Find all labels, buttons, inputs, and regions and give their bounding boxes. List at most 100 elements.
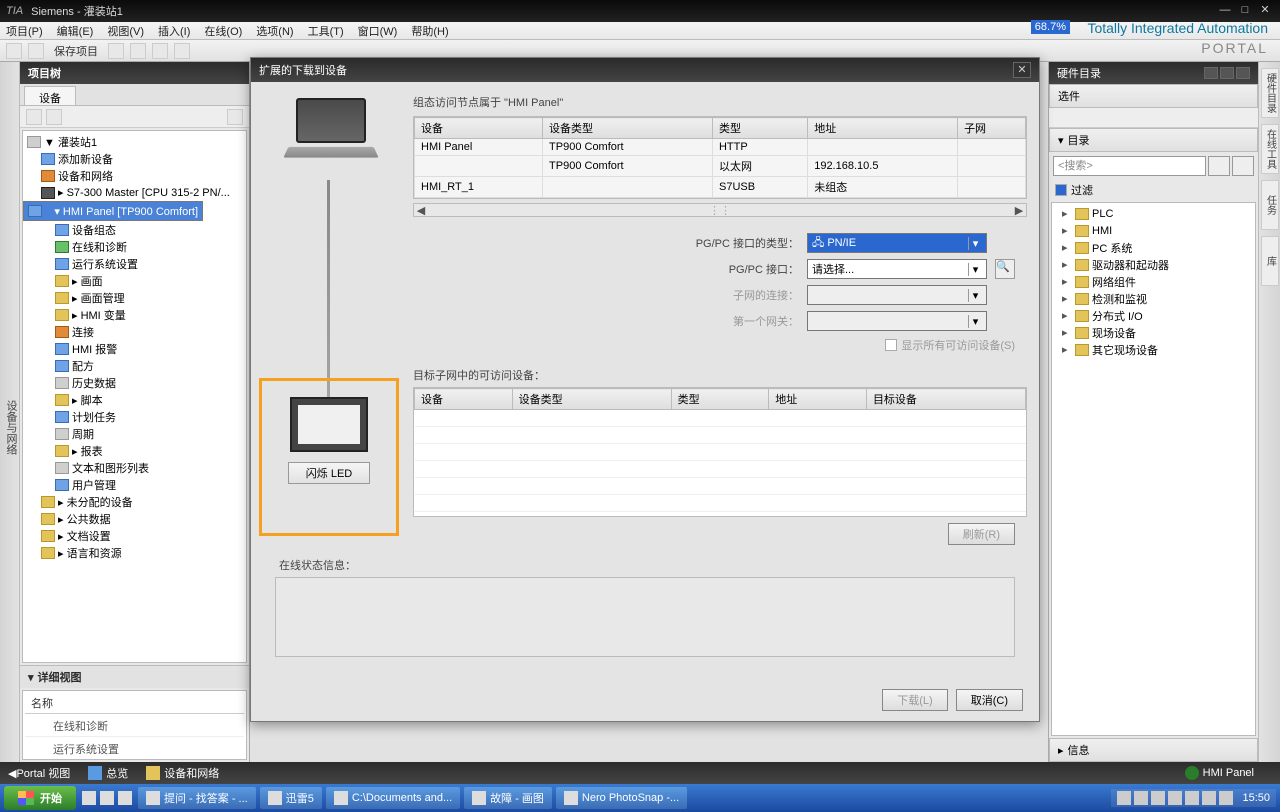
- collapse-icon[interactable]: [227, 109, 243, 125]
- minimize-button[interactable]: —: [1216, 4, 1234, 18]
- tray-icon[interactable]: [1134, 791, 1148, 805]
- tree-item[interactable]: ▸ 报表: [23, 442, 246, 459]
- pane-btn-icon[interactable]: [1236, 67, 1250, 79]
- tray-icon[interactable]: [1185, 791, 1199, 805]
- quicklaunch-icon[interactable]: [118, 791, 132, 805]
- menu-view[interactable]: 视图(V): [107, 23, 144, 39]
- rail-library[interactable]: 库: [1261, 236, 1279, 286]
- tree-item[interactable]: 用户管理: [23, 476, 246, 493]
- refresh-button[interactable]: 刷新(R): [948, 523, 1015, 545]
- menu-tools[interactable]: 工具(T): [308, 23, 344, 39]
- tree-item[interactable]: ▸ 语言和资源: [23, 544, 246, 561]
- quicklaunch-icon[interactable]: [82, 791, 96, 805]
- tree-item[interactable]: ▾ HMI Panel [TP900 Comfort]: [23, 201, 203, 221]
- tree-item[interactable]: ▸ HMI 变量: [23, 306, 246, 323]
- menu-window[interactable]: 窗口(W): [358, 23, 398, 39]
- catalog-item[interactable]: ▸PC 系统: [1054, 239, 1253, 256]
- download-button[interactable]: 下载(L): [882, 689, 947, 711]
- tree-item[interactable]: 连接: [23, 323, 246, 340]
- catalog-item[interactable]: ▸驱动器和起动器: [1054, 256, 1253, 273]
- overview-tab[interactable]: 总览: [88, 765, 128, 781]
- pane-btn-icon[interactable]: [1220, 67, 1234, 79]
- tree-item[interactable]: 配方: [23, 357, 246, 374]
- tree-item[interactable]: 在线和诊断: [23, 238, 246, 255]
- rail-hw-catalog[interactable]: 硬件目录: [1261, 68, 1279, 118]
- options-section[interactable]: 选件: [1049, 84, 1258, 108]
- tray-icon[interactable]: [1219, 791, 1233, 805]
- tree-item[interactable]: 周期: [23, 425, 246, 442]
- start-button[interactable]: 开始: [4, 786, 76, 810]
- filter-checkbox[interactable]: [1055, 184, 1067, 196]
- catalog-search-input[interactable]: <搜索>: [1053, 156, 1206, 176]
- interface-type-select[interactable]: 🖧 PN/IE▾: [807, 233, 987, 253]
- menu-project[interactable]: 项目(P): [6, 23, 43, 39]
- configure-icon[interactable]: 🔍: [995, 259, 1015, 279]
- taskbar-app[interactable]: 提问 - 找答案 - ...: [138, 787, 256, 809]
- table-scrollbar[interactable]: ◀⋮⋮▶: [413, 203, 1027, 217]
- tree-item[interactable]: 设备组态: [23, 221, 246, 238]
- devnet-tab[interactable]: 设备和网络: [146, 765, 219, 781]
- close-button[interactable]: ✕: [1256, 4, 1274, 18]
- tree-item[interactable]: ▼ 灌装站1: [23, 133, 246, 150]
- taskbar-app[interactable]: 故障 - 画图: [464, 787, 552, 809]
- catalog-item[interactable]: ▸检测和监视: [1054, 290, 1253, 307]
- tree-item[interactable]: ▸ 画面管理: [23, 289, 246, 306]
- catalog-item[interactable]: ▸HMI: [1054, 222, 1253, 239]
- rail-online-tools[interactable]: 在线工具: [1261, 124, 1279, 174]
- menu-edit[interactable]: 编辑(E): [57, 23, 94, 39]
- tree-item[interactable]: ▸ 文档设置: [23, 527, 246, 544]
- copy-icon[interactable]: [152, 43, 168, 59]
- search-down-icon[interactable]: [1208, 156, 1230, 176]
- portal-view-button[interactable]: ◀ Portal 视图: [8, 765, 70, 781]
- maximize-button[interactable]: □: [1236, 4, 1254, 18]
- tray-icon[interactable]: [1117, 791, 1131, 805]
- tree-item[interactable]: HMI 报警: [23, 340, 246, 357]
- tab-devices[interactable]: 设备: [24, 86, 76, 105]
- project-tree[interactable]: ▼ 灌装站1添加新设备设备和网络▸ S7-300 Master [CPU 315…: [22, 130, 247, 663]
- save-label[interactable]: 保存项目: [54, 43, 98, 59]
- quicklaunch-icon[interactable]: [100, 791, 114, 805]
- tree-item[interactable]: ▸ S7-300 Master [CPU 315-2 PN/...: [23, 184, 246, 201]
- directory-section[interactable]: ▾目录: [1049, 128, 1258, 152]
- system-tray[interactable]: 15:50: [1111, 789, 1276, 807]
- left-rail[interactable]: 设备与网络: [0, 62, 20, 762]
- catalog-tree[interactable]: ▸PLC▸HMI▸PC 系统▸驱动器和起动器▸网络组件▸检测和监视▸分布式 I/…: [1051, 202, 1256, 736]
- menu-options[interactable]: 选项(N): [256, 23, 293, 39]
- nav-back-icon[interactable]: [26, 109, 42, 125]
- tray-icon[interactable]: [1151, 791, 1165, 805]
- detail-row[interactable]: 运行系统设置: [25, 739, 244, 760]
- menu-help[interactable]: 帮助(H): [411, 23, 448, 39]
- tree-item[interactable]: ▸ 画面: [23, 272, 246, 289]
- tree-item[interactable]: ▸ 公共数据: [23, 510, 246, 527]
- catalog-item[interactable]: ▸其它现场设备: [1054, 341, 1253, 358]
- new-project-icon[interactable]: [6, 43, 22, 59]
- tray-icon[interactable]: [1202, 791, 1216, 805]
- pane-btn-icon[interactable]: [1204, 67, 1218, 79]
- tree-item[interactable]: 计划任务: [23, 408, 246, 425]
- tree-item[interactable]: 文本和图形列表: [23, 459, 246, 476]
- cancel-button[interactable]: 取消(C): [956, 689, 1023, 711]
- tree-item[interactable]: 历史数据: [23, 374, 246, 391]
- flash-led-button[interactable]: 闪烁 LED: [288, 462, 370, 484]
- interface-select[interactable]: 请选择...▾: [807, 259, 987, 279]
- save-icon[interactable]: [108, 43, 124, 59]
- taskbar-app[interactable]: 迅雷5: [260, 787, 322, 809]
- tree-item[interactable]: 设备和网络: [23, 167, 246, 184]
- cut-icon[interactable]: [130, 43, 146, 59]
- rail-tasks[interactable]: 任务: [1261, 180, 1279, 230]
- dialog-close-button[interactable]: ✕: [1013, 62, 1031, 78]
- catalog-item[interactable]: ▸PLC: [1054, 205, 1253, 222]
- search-up-icon[interactable]: [1232, 156, 1254, 176]
- show-all-checkbox[interactable]: [885, 339, 897, 351]
- open-project-icon[interactable]: [28, 43, 44, 59]
- menu-insert[interactable]: 插入(I): [158, 23, 190, 39]
- tree-item[interactable]: ▸ 未分配的设备: [23, 493, 246, 510]
- detail-row[interactable]: 在线和诊断: [25, 716, 244, 737]
- paste-icon[interactable]: [174, 43, 190, 59]
- info-section[interactable]: ▸信息: [1049, 738, 1258, 762]
- catalog-item[interactable]: ▸现场设备: [1054, 324, 1253, 341]
- taskbar-app[interactable]: C:\Documents and...: [326, 787, 460, 809]
- tree-item[interactable]: 添加新设备: [23, 150, 246, 167]
- tray-icon[interactable]: [1168, 791, 1182, 805]
- nav-fwd-icon[interactable]: [46, 109, 62, 125]
